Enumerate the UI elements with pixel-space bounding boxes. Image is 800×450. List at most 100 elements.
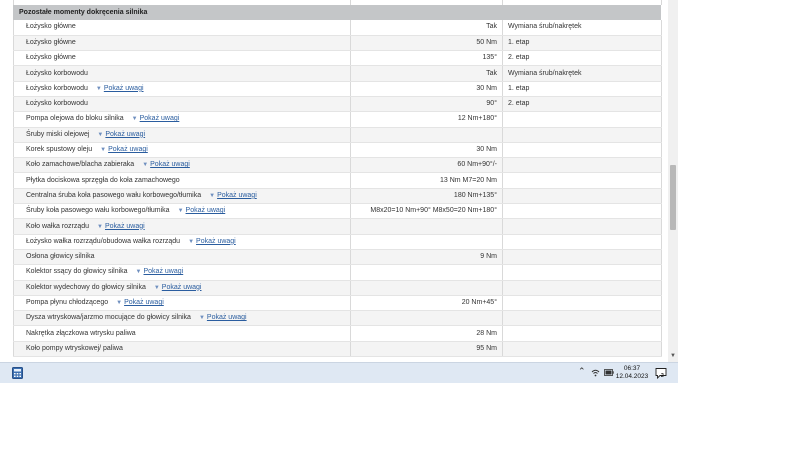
table-row: Pompa olejowa do bloku silnika ▼ Pokaż uwa… — [13, 111, 662, 128]
step-note — [502, 341, 662, 358]
table-row: Śruby koła pasowego wału korbowego/tłumi… — [13, 203, 662, 220]
part-name: Łożysko korbowodu — [26, 69, 88, 77]
show-notes-link[interactable]: ▼ Pokaż uwagi — [97, 223, 145, 230]
expand-arrow-icon: ▼ — [135, 269, 142, 276]
part-cell: Łożysko korbowodu — [13, 96, 351, 113]
show-notes-link[interactable]: ▼ Pokaż uwagi — [100, 146, 148, 153]
step-note: 1. etap — [502, 81, 662, 97]
table-row: Łożysko główne 135° 2. etap — [13, 50, 662, 67]
show-notes-label: Pokaż uwagi — [150, 161, 190, 169]
table-row: Nakrętka złączkowa wtrysku paliwa 28 Nm — [13, 325, 662, 342]
torque-value: 28 Nm — [350, 325, 503, 342]
part-cell: Płytka dociskowa sprzęgła do koła zamach… — [13, 172, 351, 189]
table-row: Łożysko korbowodu 90° 2. etap — [13, 96, 662, 113]
part-name: Śruby miski olejowej — [26, 130, 90, 138]
show-notes-link[interactable]: ▼ Pokaż uwagi — [142, 161, 190, 168]
part-name: Pompa płynu chłodzącego — [26, 298, 109, 306]
show-notes-label: Pokaż uwagi — [185, 207, 226, 215]
part-cell: Łożysko wałka rozrządu/obudowa wałka roz… — [13, 234, 351, 250]
torque-value: 90° — [350, 96, 503, 113]
show-notes-link[interactable]: ▼ Pokaż uwagi — [136, 268, 184, 275]
torque-value: 12 Nm+180° — [350, 111, 503, 128]
torque-value: 20 Nm+45° — [350, 295, 503, 312]
torque-value — [350, 218, 503, 235]
torque-value: 13 Nm M7=20 Nm — [350, 172, 503, 189]
step-note: Wymiana śrub/nakrętek — [502, 65, 662, 82]
torque-value: 60 Nm+90°/- — [350, 157, 503, 174]
table-row: Łożysko korbowodu Tak Wymiana śrub/nakręte… — [13, 65, 662, 82]
expand-arrow-icon: ▼ — [100, 147, 107, 154]
torque-value: 180 Nm+135° — [350, 188, 503, 205]
table-row: Kolektor wydechowy do głowicy silnika ▼ Po… — [13, 280, 662, 296]
step-note — [502, 142, 662, 159]
notification-count: 2 — [661, 373, 664, 379]
table-row: Łożysko wałka rozrządu/obudowa wałka roz… — [13, 234, 662, 250]
expand-arrow-icon: ▼ — [97, 131, 104, 138]
step-note — [502, 188, 662, 205]
show-notes-link[interactable]: ▼ Pokaż uwagi — [188, 238, 236, 245]
show-notes-link[interactable]: ▼ Pokaż uwagi — [96, 85, 144, 92]
expand-arrow-icon: ▼ — [131, 116, 138, 123]
clock-time: 06:37 — [623, 365, 641, 372]
part-name: Koło wałka rozrządu — [26, 222, 90, 230]
table-row: Korek spustowy oleju ▼ Pokaż uwagi 30 Nm — [13, 142, 662, 159]
table-row: Kolektor ssący do głowicy silnika ▼ Pokaż … — [13, 264, 662, 281]
torque-value: 30 Nm — [350, 81, 503, 97]
show-notes-link[interactable]: ▼ Pokaż uwagi — [154, 284, 202, 291]
part-name: Korek spustowy oleju — [26, 146, 93, 154]
part-cell: Śruby koła pasowego wału korbowego/tłumi… — [13, 203, 351, 220]
torque-value — [350, 234, 503, 250]
step-note — [502, 310, 662, 327]
step-note: Wymiana śrub/nakrętek — [502, 20, 662, 36]
part-cell: Pompa olejowa do bloku silnika ▼ Pokaż uwa… — [13, 111, 351, 128]
scroll-down-arrow-icon[interactable]: ▼ — [670, 353, 676, 359]
show-notes-label: Pokaż uwagi — [139, 115, 180, 123]
step-note: 2. etap — [502, 96, 662, 113]
show-notes-link[interactable]: ▼ Pokaż uwagi — [199, 314, 247, 321]
show-notes-link[interactable]: ▼ Pokaż uwagi — [97, 131, 145, 138]
section-title: Pozostałe momenty dokręcenia silnika — [13, 5, 661, 20]
show-notes-link[interactable]: ▼ Pokaż uwagi — [209, 192, 257, 199]
part-cell: Dysza wtryskowa/jarzmo mocujące do głowi… — [13, 310, 351, 327]
show-notes-label: Pokaż uwagi — [104, 222, 145, 230]
part-cell: Koło zamachowe/blacha zabieraka ▼ Pokaż uw… — [13, 157, 351, 174]
show-notes-label: Pokaż uwagi — [105, 130, 146, 138]
expand-arrow-icon: ▼ — [198, 315, 205, 322]
part-name: Koło pompy wtryskowej/ paliwa — [26, 344, 123, 352]
show-notes-link[interactable]: ▼ Pokaż uwagi — [178, 207, 226, 214]
part-name: Pompa olejowa do bloku silnika — [26, 115, 124, 123]
show-notes-label: Pokaż uwagi — [103, 84, 144, 92]
vertical-scrollbar[interactable]: ▼ — [668, 0, 678, 362]
show-notes-link[interactable]: ▼ Pokaż uwagi — [116, 299, 164, 306]
table-row: Koło pompy wtryskowej/ paliwa 95 Nm — [13, 341, 662, 358]
table-row: Płytka dociskowa sprzęgła do koła zamach… — [13, 172, 662, 189]
torque-value — [350, 310, 503, 327]
expand-arrow-icon: ▼ — [97, 223, 103, 230]
part-name: Dysza wtryskowa/jarzmo mocujące do głowi… — [26, 314, 191, 322]
torque-table-body: Łożysko główne Tak Wymiana śrub/nakrętek Ło… — [13, 20, 662, 358]
step-note — [502, 218, 662, 235]
system-clock[interactable]: 06:37 12.04.2023 — [612, 365, 652, 381]
content-area: Pozostałe momenty dokręcenia silnika Łoż… — [0, 0, 668, 362]
chevron-up-icon[interactable]: ⌃ — [578, 366, 586, 377]
torque-value: 9 Nm — [350, 249, 503, 266]
part-cell: Koło wałka rozrządu ▼ Pokaż uwagi — [13, 218, 351, 235]
calculator-icon[interactable] — [12, 367, 23, 379]
wifi-icon[interactable] — [591, 368, 600, 377]
part-name: Łożysko główne — [26, 23, 76, 31]
torque-value: 50 Nm — [350, 35, 503, 52]
torque-value — [350, 127, 503, 143]
torque-value — [350, 264, 503, 281]
show-notes-label: Pokaż uwagi — [143, 268, 184, 276]
table-row: Śruby miski olejowej ▼ Pokaż uwagi — [13, 127, 662, 143]
step-note — [502, 172, 662, 189]
part-cell: Łożysko główne — [13, 20, 351, 36]
scrollbar-thumb[interactable] — [670, 165, 676, 230]
part-name: Łożysko wałka rozrządu/obudowa wałka roz… — [26, 237, 181, 245]
part-cell: Śruby miski olejowej ▼ Pokaż uwagi — [13, 127, 351, 143]
part-name: Koło zamachowe/blacha zabieraka — [26, 161, 135, 169]
show-notes-link[interactable]: ▼ Pokaż uwagi — [132, 115, 180, 122]
torque-value: M8x20=10 Nm+90° M8x50=20 Nm+180° — [350, 203, 503, 220]
part-cell: Kolektor wydechowy do głowicy silnika ▼ Po… — [13, 280, 351, 296]
part-name: Nakrętka złączkowa wtrysku paliwa — [26, 329, 136, 337]
